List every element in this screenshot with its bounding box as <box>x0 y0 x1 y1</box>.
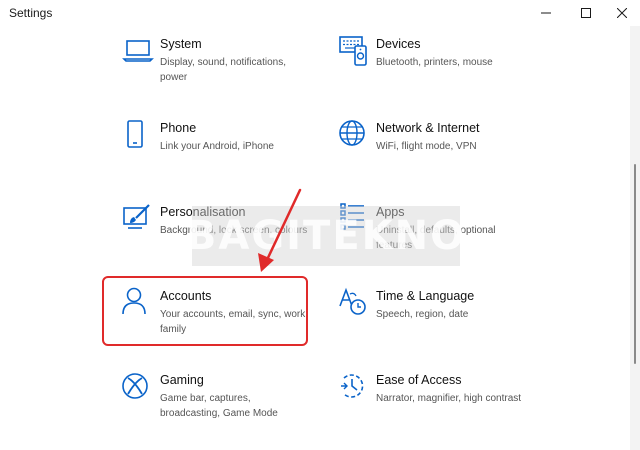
tile-desc: Background, lock screen, colours <box>160 225 308 236</box>
minimize-icon <box>541 12 551 14</box>
paintbrush-icon <box>122 202 156 236</box>
maximize-button[interactable] <box>566 0 606 26</box>
tile-system[interactable]: System Display, sound, notifications, po… <box>122 34 332 98</box>
phone-icon <box>122 118 156 152</box>
scrollbar[interactable] <box>630 26 640 450</box>
tile-desc: Uninstall, defaults, optional features <box>376 225 496 251</box>
tile-time-language[interactable]: Time & Language Speech, region, date <box>338 286 548 350</box>
tile-name: Network & Internet <box>376 121 480 135</box>
tile-desc: Link your Android, iPhone <box>160 141 274 152</box>
close-button[interactable] <box>604 0 640 26</box>
tile-desc: Narrator, magnifier, high contrast <box>376 393 522 404</box>
ease-of-access-icon <box>338 370 372 404</box>
tile-ease-of-access[interactable]: Ease of Access Narrator, magnifier, high… <box>338 370 548 434</box>
tile-name: Time & Language <box>376 289 475 303</box>
tile-name: Apps <box>376 205 405 219</box>
tile-phone[interactable]: Phone Link your Android, iPhone <box>122 118 332 182</box>
tile-desc: Bluetooth, printers, mouse <box>376 57 493 68</box>
tile-name: Gaming <box>160 373 204 387</box>
tile-desc: Game bar, captures, broadcasting, Game M… <box>160 393 278 419</box>
person-icon <box>122 286 156 320</box>
close-icon <box>617 8 627 18</box>
settings-grid: System Display, sound, notifications, po… <box>0 26 628 450</box>
laptop-icon <box>122 34 156 68</box>
apps-list-icon <box>338 202 372 236</box>
xbox-icon <box>122 370 156 404</box>
tile-desc: Speech, region, date <box>376 309 469 320</box>
tile-name: Ease of Access <box>376 373 462 387</box>
globe-icon <box>338 118 372 152</box>
time-language-icon <box>338 286 372 320</box>
tile-name: Personalisation <box>160 205 246 219</box>
tile-name: System <box>160 37 202 51</box>
tile-apps[interactable]: Apps Uninstall, defaults, optional featu… <box>338 202 548 266</box>
tile-devices[interactable]: Devices Bluetooth, printers, mouse <box>338 34 548 98</box>
title-bar: Settings <box>0 0 640 26</box>
tile-accounts[interactable]: Accounts Your accounts, email, sync, wor… <box>122 286 332 350</box>
scrollbar-thumb[interactable] <box>634 164 636 364</box>
maximize-icon <box>581 8 591 18</box>
tile-desc: WiFi, flight mode, VPN <box>376 141 477 152</box>
devices-icon <box>338 34 372 68</box>
minimize-button[interactable] <box>526 0 566 26</box>
tile-name: Accounts <box>160 289 212 303</box>
tile-gaming[interactable]: Gaming Game bar, captures, broadcasting,… <box>122 370 332 434</box>
tile-desc: Display, sound, notifications, power <box>160 57 286 83</box>
tile-name: Phone <box>160 121 197 135</box>
tile-personalisation[interactable]: Personalisation Background, lock screen,… <box>122 202 332 266</box>
tile-network[interactable]: Network & Internet WiFi, flight mode, VP… <box>338 118 548 182</box>
window-title: Settings <box>9 6 53 20</box>
tile-desc: Your accounts, email, sync, work, family <box>160 309 309 335</box>
tile-name: Devices <box>376 37 421 51</box>
